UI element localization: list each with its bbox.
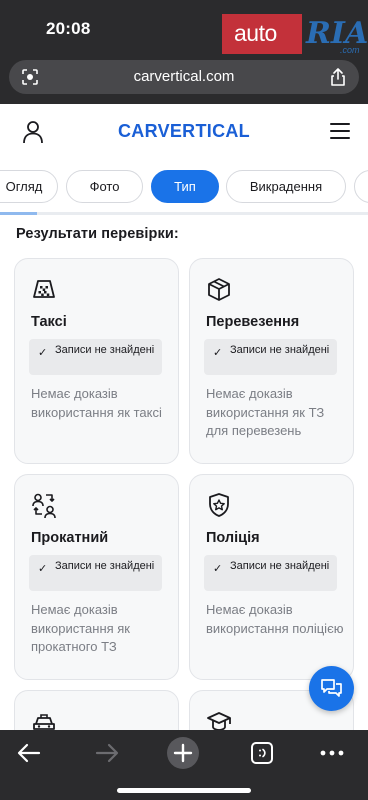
check-card-rental: Прокатний ✓ Записи не знайдені Немає док… bbox=[14, 474, 179, 680]
report-tabs: Огляд Фото Тип Викрадення bbox=[0, 170, 368, 206]
browser-top-bar: 20:08 auto RIA .com carvertical.com bbox=[0, 0, 368, 104]
card-description: Немає доказів використання як прокатного… bbox=[31, 602, 130, 654]
status-badge: ✓ Записи не знайдені bbox=[204, 339, 337, 375]
tab-type[interactable]: Тип bbox=[151, 170, 219, 203]
card-title: Поліція bbox=[206, 530, 260, 546]
autoria-watermark-logo: auto RIA .com bbox=[222, 12, 368, 56]
arrow-left-icon bbox=[17, 743, 41, 763]
site-header: CARVERTICAL bbox=[0, 104, 368, 160]
check-card-police: Поліція ✓ Записи не знайдені Немає доказ… bbox=[189, 474, 354, 680]
checkmark-icon: ✓ bbox=[38, 347, 48, 359]
screen: 20:08 auto RIA .com carvertical.com CARV… bbox=[0, 0, 368, 800]
status-badge-text: Записи не знайдені bbox=[230, 560, 330, 572]
checkmark-icon: ✓ bbox=[38, 563, 48, 575]
hamburger-menu-icon[interactable] bbox=[330, 123, 350, 139]
tab-theft[interactable]: Викрадення bbox=[226, 170, 346, 203]
plus-icon bbox=[167, 737, 199, 769]
status-badge-text: Записи не знайдені bbox=[230, 344, 330, 356]
card-title: Прокатний bbox=[31, 530, 109, 546]
status-time: 20:08 bbox=[46, 19, 91, 38]
taxi-icon bbox=[33, 280, 55, 298]
card-description: Немає доказів використання як ТЗ для пер… bbox=[206, 386, 325, 438]
rental-exchange-icon bbox=[32, 493, 56, 518]
user-account-icon[interactable] bbox=[22, 120, 44, 144]
card-description: Немає доказів використання як таксі bbox=[31, 386, 162, 420]
status-badge: ✓ Записи не знайдені bbox=[29, 555, 162, 591]
status-badge-text: Записи не знайдені bbox=[55, 344, 155, 356]
checkmark-icon: ✓ bbox=[213, 563, 223, 575]
tab-photo[interactable]: Фото bbox=[66, 170, 143, 203]
car-icon bbox=[33, 714, 55, 730]
carvertical-logo[interactable]: CARVERTICAL bbox=[118, 121, 250, 142]
chat-bubbles-icon bbox=[321, 679, 342, 697]
forward-button[interactable] bbox=[91, 737, 123, 769]
section-title: Результати перевірки: bbox=[16, 226, 179, 242]
autoria-logo-auto: auto bbox=[222, 14, 302, 54]
web-page: CARVERTICAL Огляд Фото Тип Викрадення Ре… bbox=[0, 104, 368, 730]
card-title: Таксі bbox=[31, 314, 67, 330]
police-badge-icon bbox=[209, 493, 229, 517]
card-title: Перевезення bbox=[206, 314, 300, 330]
autoria-logo-com: .com bbox=[340, 45, 360, 55]
status-badge: ✓ Записи не знайдені bbox=[204, 555, 337, 591]
back-button[interactable] bbox=[13, 737, 45, 769]
tab-overview[interactable]: Огляд bbox=[0, 170, 58, 203]
address-bar[interactable]: carvertical.com bbox=[9, 60, 359, 94]
home-indicator bbox=[117, 788, 251, 793]
cargo-box-icon bbox=[208, 278, 230, 301]
scroll-progress-fill bbox=[0, 212, 37, 215]
check-card-partial-left bbox=[14, 690, 179, 730]
card-description: Немає доказів використання поліцією bbox=[206, 602, 344, 636]
scroll-progress-track bbox=[0, 212, 368, 215]
new-tab-button[interactable] bbox=[167, 737, 199, 769]
share-icon[interactable] bbox=[329, 67, 347, 87]
chat-support-button[interactable] bbox=[309, 666, 354, 711]
arrow-right-icon bbox=[95, 743, 119, 763]
graduation-cap-icon bbox=[207, 712, 231, 730]
check-card-taxi: Таксі ✓ Записи не знайдені Немає доказів… bbox=[14, 258, 179, 464]
more-menu-button[interactable] bbox=[316, 737, 348, 769]
url-text[interactable]: carvertical.com bbox=[9, 68, 359, 85]
more-dots-icon bbox=[320, 750, 344, 756]
tabs-smiley-icon bbox=[251, 742, 273, 764]
tab-next[interactable] bbox=[354, 170, 368, 203]
status-badge-text: Записи не знайдені bbox=[55, 560, 155, 572]
check-card-transport: Перевезення ✓ Записи не знайдені Немає д… bbox=[189, 258, 354, 464]
status-badge: ✓ Записи не знайдені bbox=[29, 339, 162, 375]
browser-bottom-toolbar bbox=[0, 730, 368, 800]
checkmark-icon: ✓ bbox=[213, 347, 223, 359]
tab-switcher-button[interactable] bbox=[246, 737, 278, 769]
